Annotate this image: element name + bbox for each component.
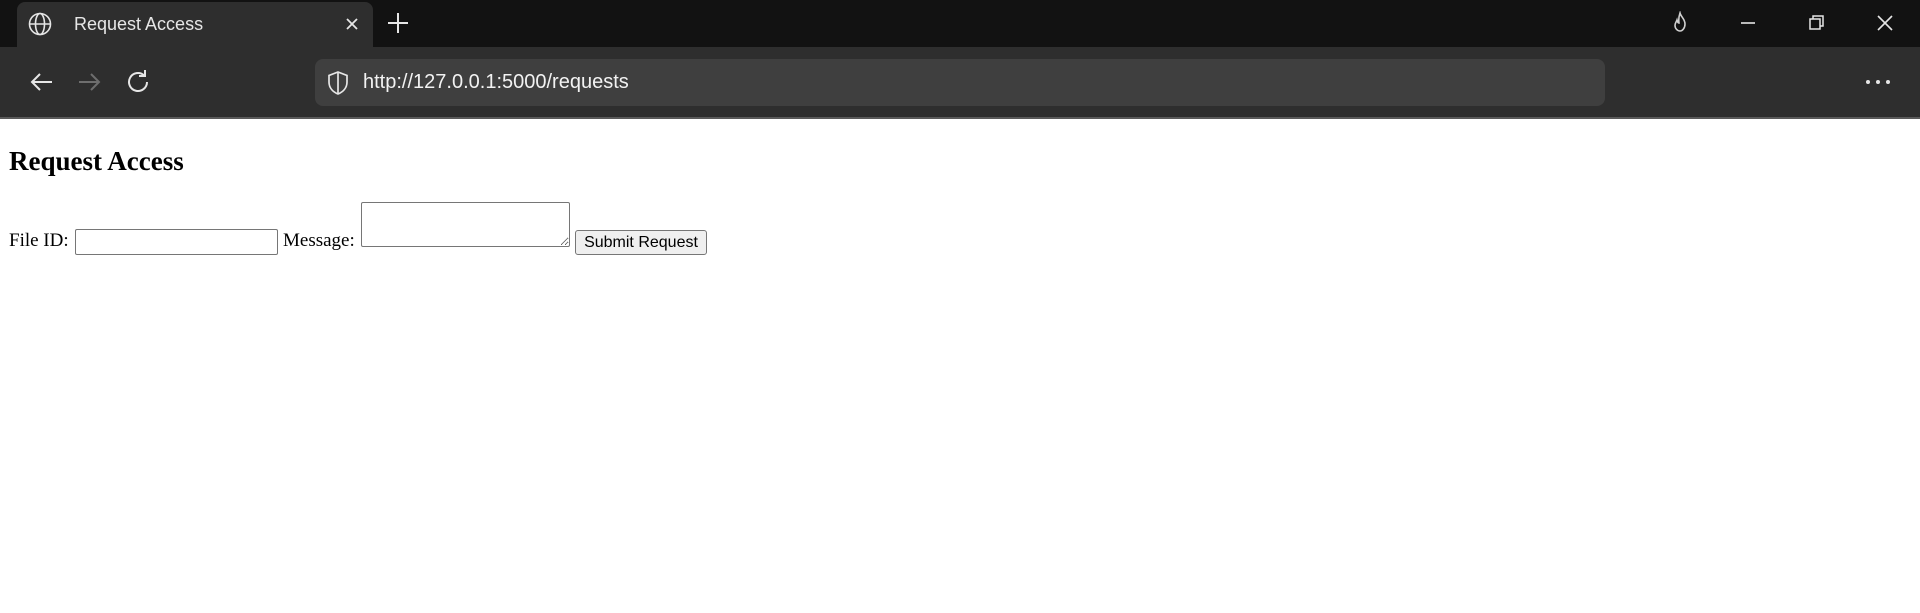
submit-request-button[interactable]: Submit Request bbox=[575, 230, 707, 255]
message-textarea[interactable] bbox=[361, 202, 570, 247]
browser-toolbar: http://127.0.0.1:5000/requests bbox=[0, 47, 1920, 119]
browser-titlebar: Request Access bbox=[0, 0, 1920, 47]
back-arrow-icon[interactable] bbox=[27, 67, 57, 97]
file-id-input[interactable] bbox=[75, 229, 278, 255]
tab-title: Request Access bbox=[74, 14, 204, 34]
globe-icon bbox=[28, 12, 52, 36]
page-title: Request Access bbox=[9, 146, 184, 176]
flame-icon[interactable] bbox=[1668, 11, 1692, 35]
minimize-icon[interactable] bbox=[1736, 11, 1760, 35]
shield-icon[interactable] bbox=[325, 70, 351, 96]
close-icon[interactable] bbox=[1873, 11, 1897, 35]
url-bar[interactable]: http://127.0.0.1:5000/requests bbox=[315, 59, 1605, 106]
browser-tab[interactable]: Request Access bbox=[17, 2, 373, 47]
url-text[interactable]: http://127.0.0.1:5000/requests bbox=[363, 71, 629, 94]
tab-close-icon[interactable] bbox=[341, 13, 363, 35]
message-label: Message: bbox=[283, 230, 355, 251]
file-id-label: File ID: bbox=[9, 230, 69, 251]
plus-icon[interactable] bbox=[385, 10, 411, 36]
page-content: Request Access File ID: Message: Submit … bbox=[0, 121, 1920, 613]
restore-icon[interactable] bbox=[1804, 11, 1828, 35]
forward-arrow-icon[interactable] bbox=[74, 67, 104, 97]
more-dots-icon[interactable] bbox=[1862, 67, 1894, 97]
reload-icon[interactable] bbox=[123, 67, 153, 97]
